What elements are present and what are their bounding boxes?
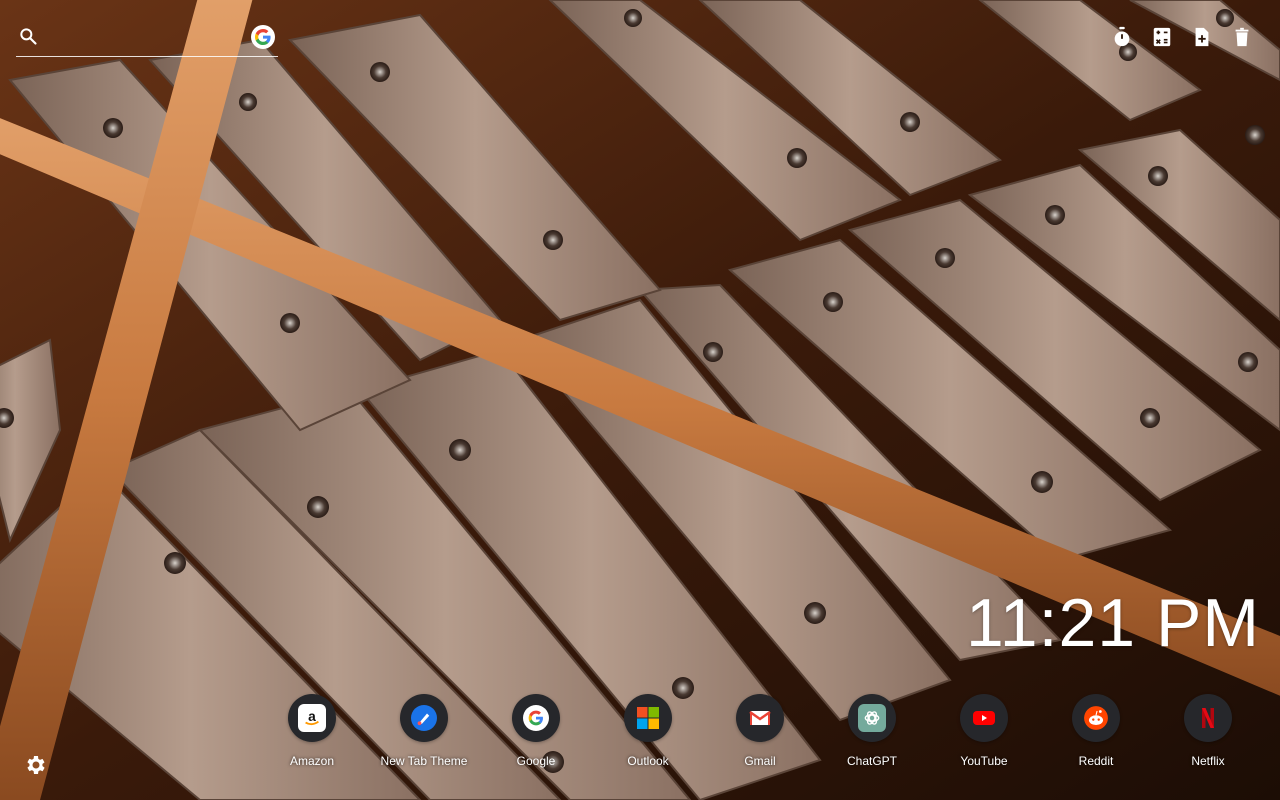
shortcut-google[interactable]: Google bbox=[480, 694, 592, 774]
trash-icon[interactable] bbox=[1230, 25, 1254, 49]
shortcut-youtube[interactable]: YouTube bbox=[928, 694, 1040, 774]
google-icon bbox=[523, 705, 549, 731]
clock-time: 11:21 PM bbox=[965, 585, 1260, 661]
search-bar bbox=[16, 22, 278, 57]
shortcut-reddit[interactable]: Reddit bbox=[1040, 694, 1152, 774]
amazon-icon: a bbox=[298, 704, 326, 732]
search-icon[interactable] bbox=[18, 26, 38, 46]
top-toolbar bbox=[1110, 25, 1254, 49]
search-input[interactable] bbox=[48, 24, 242, 52]
shortcut-label: Google bbox=[516, 754, 556, 768]
shortcut-chatgpt[interactable]: ChatGPT bbox=[816, 694, 928, 774]
svg-text:a: a bbox=[308, 709, 316, 724]
shortcut-label: Amazon bbox=[289, 754, 335, 768]
shortcut-label: Outlook bbox=[627, 754, 669, 768]
new-tab-theme-icon bbox=[411, 705, 437, 731]
shortcut-label: YouTube bbox=[960, 754, 1008, 768]
shortcut-label: New Tab Theme bbox=[380, 754, 468, 768]
microsoft-icon bbox=[637, 707, 659, 729]
shortcut-netflix[interactable]: Netflix bbox=[1152, 694, 1264, 774]
shortcut-outlook[interactable]: Outlook bbox=[592, 694, 704, 774]
shortcut-new-tab-theme[interactable]: New Tab Theme bbox=[368, 694, 480, 774]
gear-icon[interactable] bbox=[24, 753, 48, 777]
stopwatch-icon[interactable] bbox=[1110, 25, 1134, 49]
shortcut-label: Reddit bbox=[1078, 754, 1114, 768]
reddit-icon bbox=[1084, 706, 1108, 730]
shortcut-label: Netflix bbox=[1191, 754, 1225, 768]
google-icon[interactable] bbox=[251, 25, 275, 49]
shortcuts-bar: a Amazon New Tab Theme Google Outlook Gm… bbox=[256, 694, 1264, 774]
shortcut-label: ChatGPT bbox=[846, 754, 897, 768]
shortcut-gmail[interactable]: Gmail bbox=[704, 694, 816, 774]
chatgpt-icon bbox=[858, 704, 886, 732]
calculator-icon[interactable] bbox=[1150, 25, 1174, 49]
gmail-icon bbox=[749, 711, 771, 725]
netflix-icon bbox=[1202, 708, 1214, 728]
shortcut-amazon[interactable]: a Amazon bbox=[256, 694, 368, 774]
background-wallpaper bbox=[0, 0, 1280, 800]
shortcut-label: Gmail bbox=[744, 754, 776, 768]
youtube-icon bbox=[973, 711, 995, 725]
file-plus-icon[interactable] bbox=[1190, 25, 1214, 49]
